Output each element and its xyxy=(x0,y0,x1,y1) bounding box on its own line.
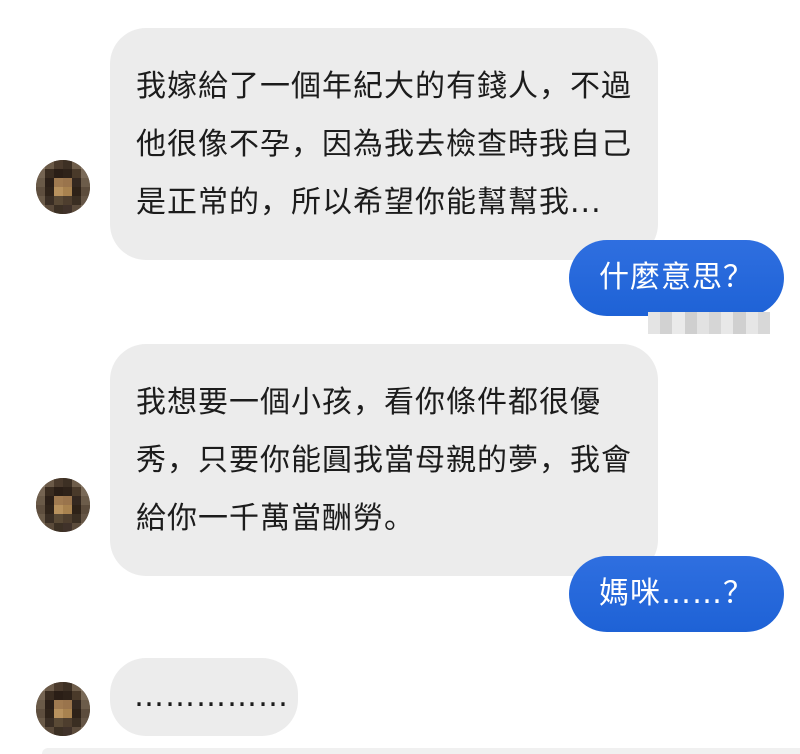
message-bubble-incoming[interactable]: 我想要一個小孩，看你條件都很優 秀，只要你能圓我當母親的夢，我會 給你一千萬當酬… xyxy=(110,344,658,576)
message-line: 是正常的，所以希望你能幫幫我... xyxy=(136,185,602,220)
message-line: 秀，只要你能圓我當母親的夢，我會 xyxy=(136,443,632,478)
message-bubble-incoming[interactable]: 我嫁給了一個年紀大的有錢人，不過 他很像不孕，因為我去檢查時我自己 是正常的，所… xyxy=(110,28,658,260)
message-text: 媽咪……？ xyxy=(599,576,754,611)
message-line: 他很像不孕，因為我去檢查時我自己 xyxy=(136,127,632,162)
message-text: 什麼意思？ xyxy=(599,260,754,295)
message-line: 我想要一個小孩，看你條件都很優 xyxy=(136,385,601,420)
next-message-edge xyxy=(42,748,800,754)
message-bubble-outgoing[interactable]: 媽咪……？ xyxy=(569,556,784,632)
message-line: 我嫁給了一個年紀大的有錢人，不過 xyxy=(136,69,632,104)
sender-avatar[interactable] xyxy=(36,682,90,736)
message-line: 給你一千萬當酬勞。 xyxy=(136,501,415,536)
chat-thread: 我嫁給了一個年紀大的有錢人，不過 他很像不孕，因為我去檢查時我自己 是正常的，所… xyxy=(0,0,800,754)
blurred-read-status xyxy=(648,312,771,334)
message-bubble-outgoing[interactable]: 什麼意思？ xyxy=(569,240,784,316)
message-line: …………… xyxy=(134,679,289,714)
message-bubble-incoming[interactable]: …………… xyxy=(110,658,298,736)
sender-avatar[interactable] xyxy=(36,160,90,214)
sender-avatar[interactable] xyxy=(36,478,90,532)
